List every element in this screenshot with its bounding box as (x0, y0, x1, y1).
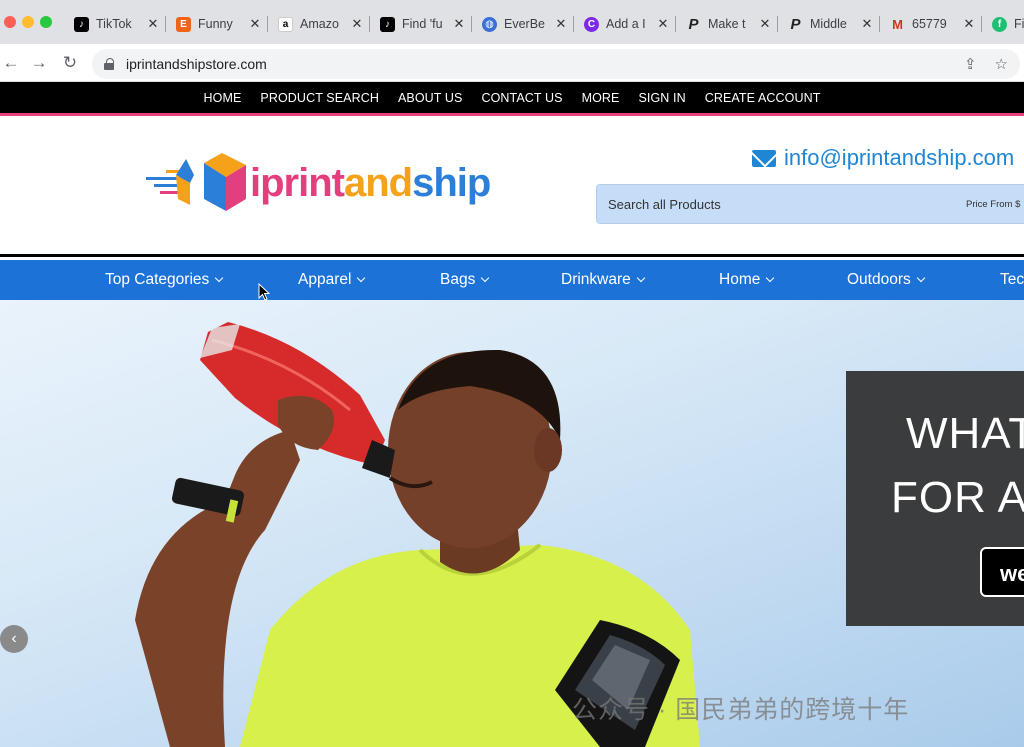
canva-icon: C (584, 16, 599, 32)
tab-fiverr[interactable]: f Fiv (982, 8, 1024, 40)
promo-headline-line1: WHAT (906, 409, 1024, 458)
close-tab-icon[interactable]: ✕ (248, 16, 262, 32)
chevron-down-icon (636, 273, 646, 283)
category-bags[interactable]: Bags (440, 260, 490, 300)
bookmark-star-icon[interactable]: ☆ (995, 55, 1008, 73)
chevron-down-icon (766, 273, 775, 283)
nav-create-account[interactable]: CREATE ACCOUNT (705, 82, 821, 113)
slider-prev-button[interactable]: ‹ (0, 625, 28, 653)
promo-panel: WHAT FOR A we (846, 371, 1024, 626)
maximize-window-button[interactable] (40, 16, 52, 28)
tab-middle[interactable]: P Middle ✕ (778, 8, 880, 40)
envelope-icon (752, 149, 776, 167)
close-tab-icon[interactable]: ✕ (656, 16, 670, 32)
address-bar[interactable]: iprintandshipstore.com ⇪ ☆ (92, 49, 1020, 79)
back-icon[interactable]: ← (2, 53, 20, 73)
close-tab-icon[interactable]: ✕ (962, 16, 976, 32)
tab-funny[interactable]: E Funny ✕ (166, 8, 268, 40)
lock-icon (104, 58, 114, 70)
logo-wordmark: iprintandship (250, 161, 491, 205)
minimize-window-button[interactable] (22, 16, 34, 28)
nav-product-search[interactable]: PRODUCT SEARCH (260, 82, 379, 113)
contact-email[interactable]: info@iprintandship.com (752, 145, 1014, 171)
tab-title: Funny (198, 17, 233, 31)
tab-title: Middle (810, 17, 847, 31)
fiverr-icon: f (992, 16, 1007, 32)
browser-toolbar: ← → ↻ iprintandshipstore.com ⇪ ☆ (0, 44, 1024, 82)
hero-slider: WHAT FOR A we ‹ 公众号 · 国民弟弟的跨境十年 (0, 300, 1024, 747)
amazon-icon: a (278, 16, 293, 32)
tab-amazon[interactable]: a Amazo ✕ (268, 8, 370, 40)
mouse-cursor-icon (258, 283, 270, 301)
close-tab-icon[interactable]: ✕ (452, 16, 466, 32)
chevron-down-icon (481, 273, 490, 283)
p-icon: P (688, 15, 699, 33)
nav-more[interactable]: MORE (582, 82, 620, 113)
tab-strip: ♪ TikTok ✕ E Funny ✕ a Amazo ✕ ♪ Find 'f… (64, 8, 1024, 42)
chevron-down-icon (357, 273, 366, 283)
close-tab-icon[interactable]: ✕ (758, 16, 772, 32)
tiktok-icon: ♪ (74, 16, 89, 32)
etsy-icon: E (176, 16, 191, 32)
reload-icon[interactable]: ↻ (61, 53, 79, 73)
tab-title: Fiv (1014, 17, 1024, 31)
promo-cta-button[interactable]: we (980, 547, 1024, 597)
globe-icon: ◍ (482, 16, 497, 32)
category-drinkware[interactable]: Drinkware (561, 260, 646, 300)
cube-logo-icon (146, 153, 246, 211)
tab-title: TikTok (96, 17, 132, 31)
search-placeholder: Search all Products (608, 197, 721, 212)
promo-headline-line2: FOR A (891, 473, 1024, 522)
gmail-icon: M (892, 16, 903, 32)
nav-about-us[interactable]: ABOUT US (398, 82, 462, 113)
tab-title: EverBe (504, 17, 545, 31)
tab-title: Amazo (300, 17, 339, 31)
price-from-filter[interactable]: Price From $ (966, 199, 1020, 210)
p-icon: P (790, 15, 801, 33)
site-header: iprintandship info@iprintandship.com Sea… (0, 119, 1024, 257)
browser-tab-bar: ♪ TikTok ✕ E Funny ✕ a Amazo ✕ ♪ Find 'f… (0, 0, 1024, 44)
nav-sign-in[interactable]: SIGN IN (638, 82, 685, 113)
tiktok-icon: ♪ (380, 16, 395, 32)
tab-everbe[interactable]: ◍ EverBe ✕ (472, 8, 574, 40)
close-tab-icon[interactable]: ✕ (554, 16, 568, 32)
nav-contact-us[interactable]: CONTACT US (481, 82, 562, 113)
share-icon[interactable]: ⇪ (964, 55, 977, 73)
close-tab-icon[interactable]: ✕ (860, 16, 874, 32)
tab-tiktok[interactable]: ♪ TikTok ✕ (64, 8, 166, 40)
category-tech[interactable]: Tec (1000, 260, 1024, 300)
top-nav: HOME PRODUCT SEARCH ABOUT US CONTACT US … (0, 82, 1024, 116)
tab-title: Find 'fu (402, 17, 443, 31)
product-search-bar[interactable]: Search all Products Price From $ (596, 184, 1024, 224)
close-window-button[interactable] (4, 16, 16, 28)
tab-title: Add a I (606, 17, 646, 31)
category-outdoors[interactable]: Outdoors (847, 260, 926, 300)
forward-icon[interactable]: → (30, 53, 48, 73)
close-tab-icon[interactable]: ✕ (146, 16, 160, 32)
close-tab-icon[interactable]: ✕ (350, 16, 364, 32)
nav-home[interactable]: HOME (204, 82, 242, 113)
category-nav: Top Categories Apparel Bags Drinkware Ho… (0, 260, 1024, 300)
chevron-down-icon (215, 273, 224, 283)
email-text[interactable]: info@iprintandship.com (784, 145, 1014, 171)
url-text[interactable]: iprintandshipstore.com (126, 56, 267, 72)
category-home[interactable]: Home (719, 260, 775, 300)
tab-add[interactable]: C Add a I ✕ (574, 8, 676, 40)
tab-make[interactable]: P Make t ✕ (676, 8, 778, 40)
chevron-down-icon (916, 273, 926, 283)
site-logo[interactable]: iprintandship (146, 153, 491, 217)
watermark-text: 公众号 · 国民弟弟的跨境十年 (572, 696, 910, 724)
tab-gmail[interactable]: M 65779 ✕ (880, 8, 982, 40)
tab-title: Make t (708, 17, 746, 31)
tab-title: 65779 (912, 17, 947, 31)
tab-find[interactable]: ♪ Find 'fu ✕ (370, 8, 472, 40)
category-apparel[interactable]: Apparel (298, 260, 366, 300)
category-top-categories[interactable]: Top Categories (105, 260, 224, 300)
